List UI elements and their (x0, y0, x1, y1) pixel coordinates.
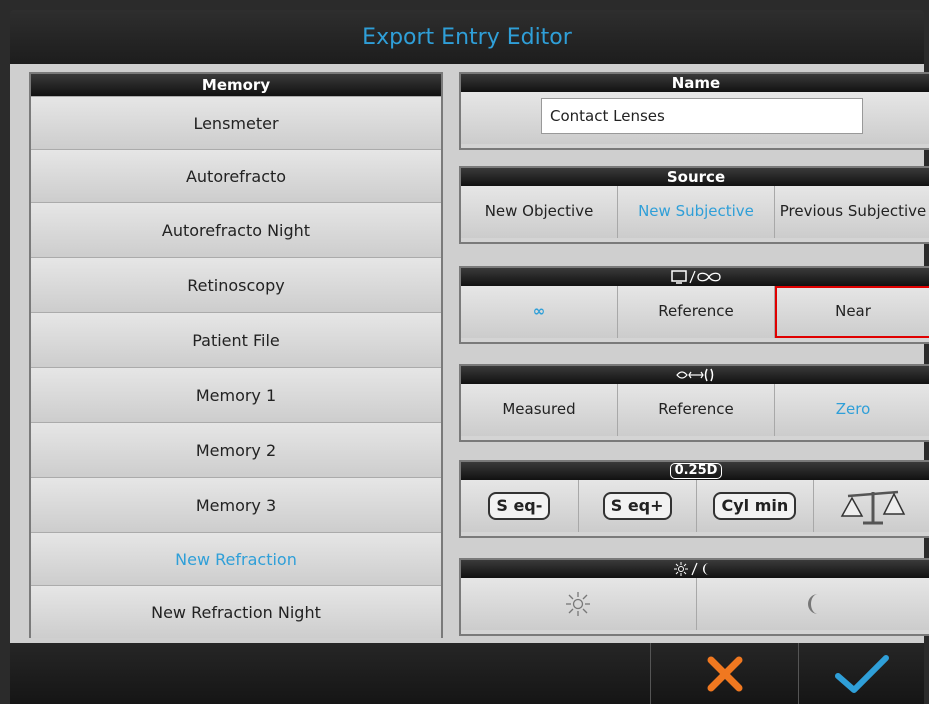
vertex-measured[interactable]: Measured (461, 384, 618, 436)
memory-item-lensmeter[interactable]: Lensmeter (31, 96, 441, 149)
content-area: Memory Lensmeter Autorefracto Autorefrac… (10, 64, 929, 643)
rounding-panel: 0.25D S eq- S eq+ Cyl min R (459, 460, 929, 538)
distance-panel: ∞ Reference Near (459, 266, 929, 344)
memory-item-patient-file[interactable]: Patient File (31, 312, 441, 367)
sun-moon-icon (674, 562, 709, 576)
memory-item-memory-2[interactable]: Memory 2 (31, 422, 441, 477)
memory-item-autorefracto[interactable]: Autorefracto (31, 149, 441, 202)
source-panel: Source New Objective New Subjective Prev… (459, 166, 929, 244)
night-button[interactable] (696, 578, 929, 630)
memory-item-autorefracto-night[interactable]: Autorefracto Night (31, 202, 441, 257)
s-eq-plus-label: S eq+ (602, 491, 672, 521)
moon-icon (807, 594, 818, 614)
lighting-panel (459, 558, 929, 636)
source-header: Source (461, 168, 929, 186)
memory-item-retinoscopy[interactable]: Retinoscopy (31, 257, 441, 312)
memory-header: Memory (31, 74, 441, 96)
s-eq-plus-button[interactable]: S eq+ (578, 480, 697, 532)
vertex-reference[interactable]: Reference (618, 384, 775, 436)
memory-item-new-refraction-night[interactable]: New Refraction Night (31, 585, 441, 638)
monitor-infinity-icon (671, 270, 721, 284)
eye-vertex-icon (676, 368, 714, 382)
distance-infinity[interactable]: ∞ (461, 286, 618, 338)
s-eq-minus-label: S eq- (488, 491, 551, 521)
checkmark-icon (834, 654, 889, 693)
source-new-objective[interactable]: New Objective (461, 186, 618, 238)
confirm-button[interactable] (799, 643, 924, 704)
memory-item-new-refraction[interactable]: New Refraction (31, 532, 441, 585)
memory-list: Memory Lensmeter Autorefracto Autorefrac… (29, 72, 443, 638)
sun-icon (566, 592, 591, 616)
source-new-subjective[interactable]: New Subjective (618, 186, 775, 238)
s-eq-minus-button[interactable]: S eq- (461, 480, 579, 532)
vertex-header-icon (461, 366, 929, 384)
name-panel: Name Contact Lenses (459, 72, 929, 150)
bottom-bar (10, 643, 924, 704)
distance-near[interactable]: Near (775, 286, 929, 338)
distance-header-icon (461, 268, 929, 286)
cyl-min-label: Cyl min (713, 491, 797, 521)
cancel-button[interactable] (651, 643, 798, 704)
day-button[interactable] (461, 578, 697, 630)
distance-reference[interactable]: Reference (618, 286, 775, 338)
vertex-zero[interactable]: Zero (775, 384, 929, 436)
source-previous-subjective[interactable]: Previous Subjective (775, 186, 929, 238)
cyl-min-button[interactable]: Cyl min (696, 480, 815, 532)
name-header: Name (461, 74, 929, 92)
window-title: Export Entry Editor (10, 10, 924, 64)
close-icon (707, 656, 742, 691)
rounding-badge: 0.25D (669, 463, 723, 479)
lighting-header-icon (461, 560, 929, 578)
balance-scale-icon (840, 490, 905, 525)
memory-item-memory-1[interactable]: Memory 1 (31, 367, 441, 422)
memory-item-memory-3[interactable]: Memory 3 (31, 477, 441, 532)
vertex-panel: Measured Reference Zero (459, 364, 929, 442)
name-input[interactable]: Contact Lenses (541, 98, 863, 134)
balance-button[interactable]: R L (814, 480, 929, 532)
